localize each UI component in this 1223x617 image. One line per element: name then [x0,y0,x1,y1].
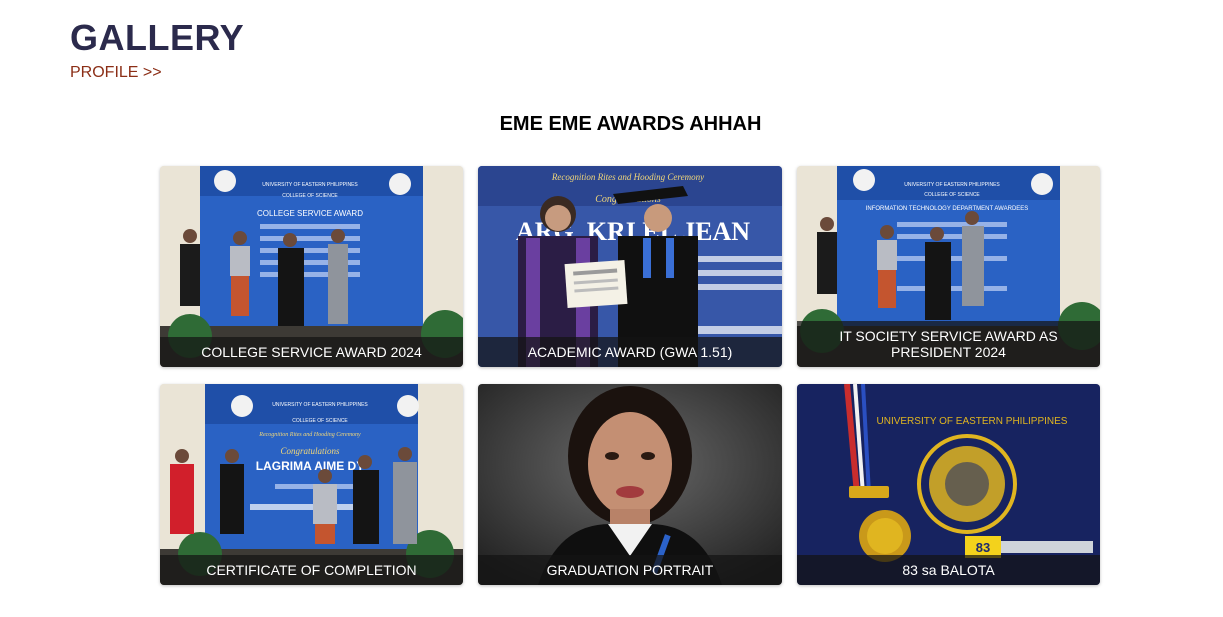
svg-text:Recognition Rites and Hooding: Recognition Rites and Hooding Ceremony [551,172,704,182]
gallery-caption: GRADUATION PORTRAIT [478,555,782,585]
gallery-grid: UNIVERSITY OF EASTERN PHILIPPINES COLLEG… [160,166,1100,585]
page-title: GALLERY [70,17,245,58]
svg-text:Recognition Rites and Hooding: Recognition Rites and Hooding Ceremony [258,432,361,438]
svg-text:LAGRIMA AIME DY: LAGRIMA AIME DY [256,459,364,473]
gallery-caption: 83 sa BALOTA [797,555,1100,585]
gallery-caption: IT SOCIETY SERVICE AWARD AS PRESIDENT 20… [797,321,1100,367]
svg-text:UNIVERSITY OF EASTERN PHILIPPI: UNIVERSITY OF EASTERN PHILIPPINES [262,182,358,188]
gallery-item-certificate-of-completion[interactable]: UNIVERSITY OF EASTERN PHILIPPINES COLLEG… [160,384,463,585]
gallery-caption: ACADEMIC AWARD (GWA 1.51) [478,337,782,367]
gallery-item-graduation-portrait[interactable]: GRADUATION PORTRAIT [478,384,782,585]
svg-text:COLLEGE OF SCIENCE: COLLEGE OF SCIENCE [282,193,338,199]
gallery-item-83-sa-balota[interactable]: UNIVERSITY OF EASTERN PHILIPPINES 83 83 … [797,384,1100,585]
profile-link[interactable]: PROFILE >> [70,62,244,84]
page-header: GALLERY PROFILE >> [70,16,244,84]
gallery-caption: CERTIFICATE OF COMPLETION [160,555,463,585]
gallery-item-college-service-award[interactable]: UNIVERSITY OF EASTERN PHILIPPINES COLLEG… [160,166,463,367]
svg-text:83: 83 [976,540,990,555]
gallery-item-it-society-award[interactable]: UNIVERSITY OF EASTERN PHILIPPINES COLLEG… [797,166,1100,367]
svg-text:INFORMATION TECHNOLOGY DEPARTM: INFORMATION TECHNOLOGY DEPARTMENT AWARDE… [866,206,1029,212]
svg-text:UNIVERSITY OF EASTERN PHILIPPI: UNIVERSITY OF EASTERN PHILIPPINES [904,182,1000,188]
svg-text:UNIVERSITY OF EASTERN PHILIPPI: UNIVERSITY OF EASTERN PHILIPPINES [877,416,1068,427]
svg-text:UNIVERSITY OF EASTERN PHILIPPI: UNIVERSITY OF EASTERN PHILIPPINES [272,402,368,408]
svg-text:COLLEGE OF SCIENCE: COLLEGE OF SCIENCE [924,192,980,198]
svg-text:COLLEGE SERVICE AWARD: COLLEGE SERVICE AWARD [257,209,363,218]
svg-text:Congratulations: Congratulations [280,446,340,456]
gallery-caption: COLLEGE SERVICE AWARD 2024 [160,337,463,367]
section-title: EME EME AWARDS AHHAH [499,113,762,135]
gallery-item-academic-award[interactable]: Recognition Rites and Hooding Ceremony C… [478,166,782,367]
svg-text:COLLEGE OF SCIENCE: COLLEGE OF SCIENCE [292,418,348,424]
